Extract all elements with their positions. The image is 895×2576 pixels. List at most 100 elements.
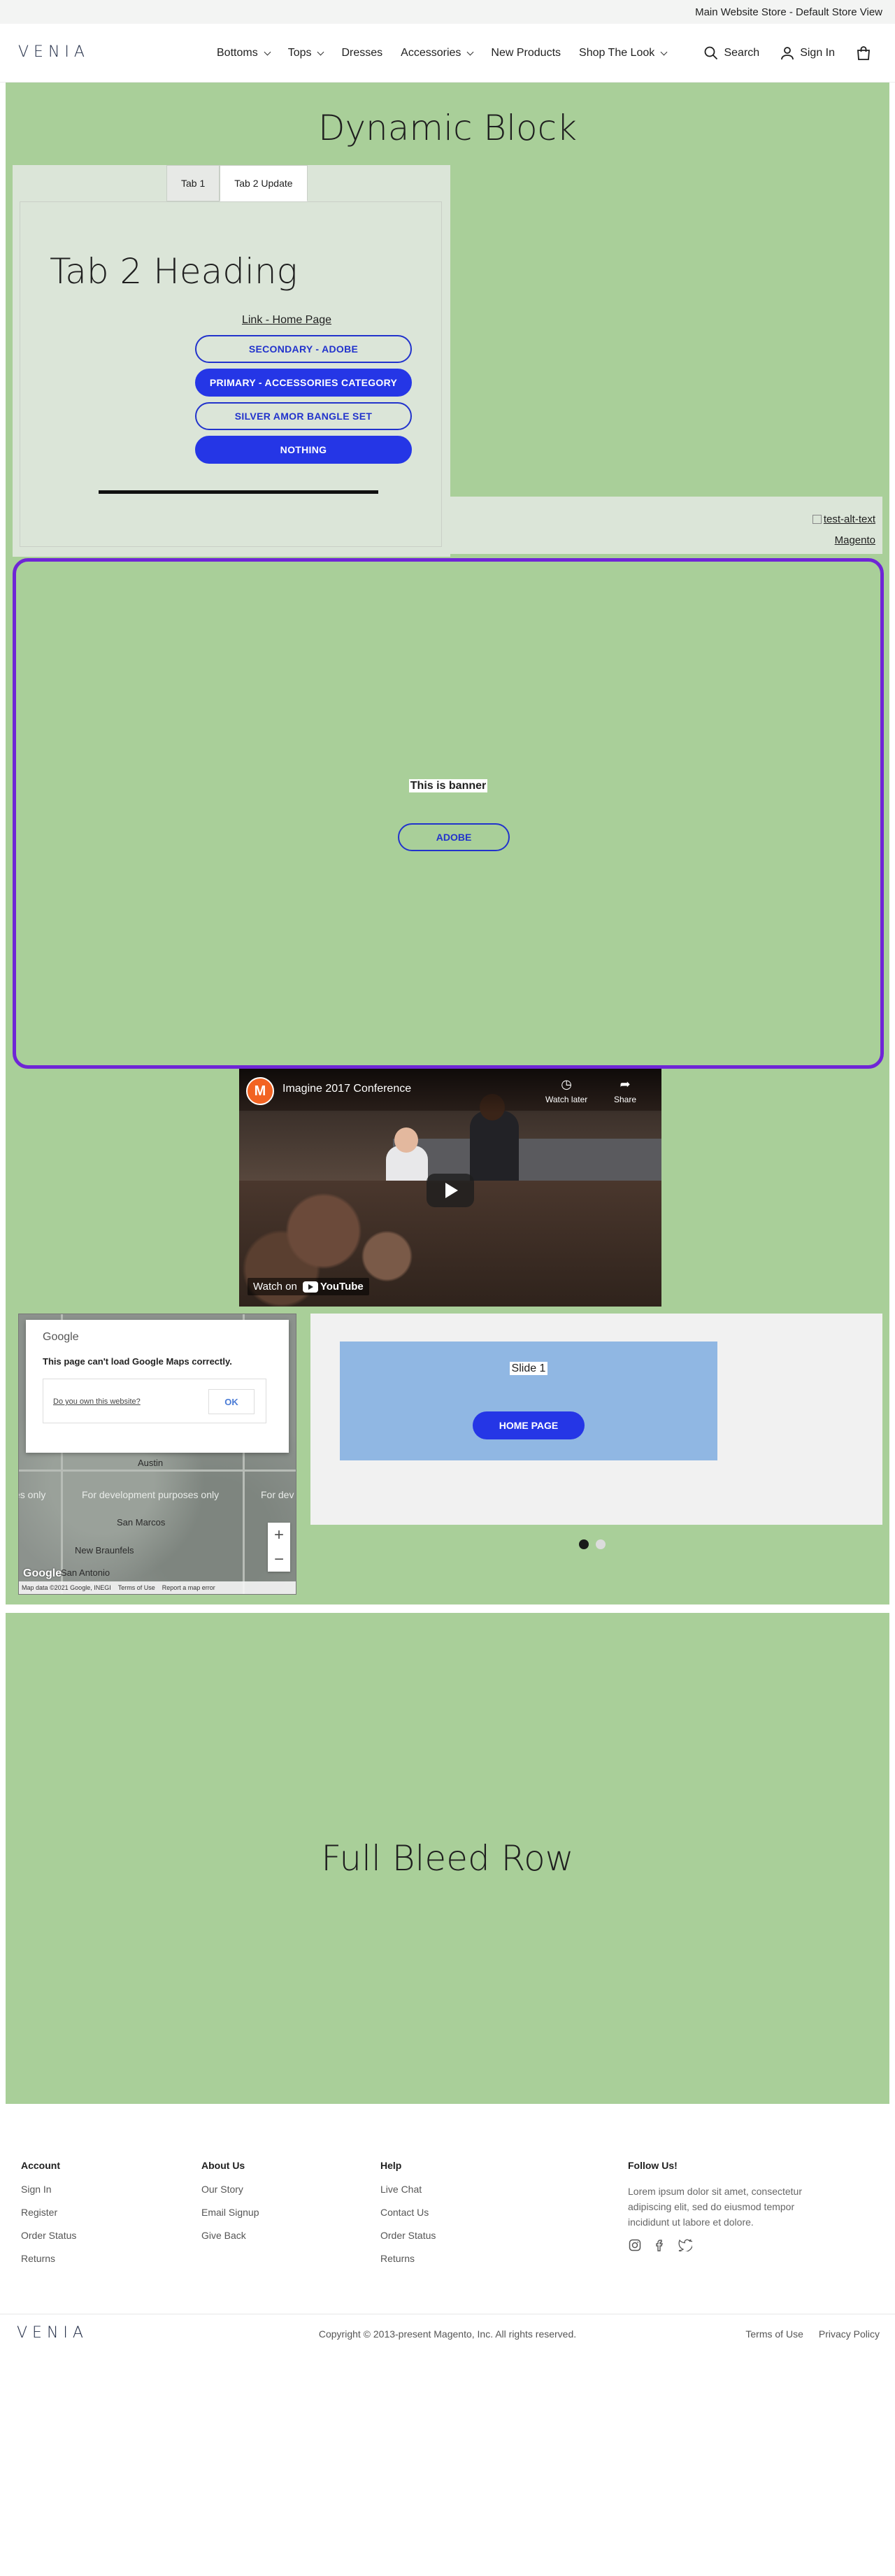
slide-title: Slide 1 (340, 1362, 717, 1375)
site-header: VENIA Bottoms Tops Dresses Accessories N… (0, 24, 895, 83)
store-switcher[interactable]: Main Website Store - Default Store View (695, 6, 882, 18)
search-button[interactable]: Search (704, 46, 759, 60)
map-error-actions: Do you own this website? OK (43, 1379, 266, 1423)
legal-links: Terms of Use Privacy Policy (745, 2328, 880, 2340)
footer-link[interactable]: Our Story (201, 2184, 259, 2195)
site-footer: Account Sign In Register Order Status Re… (0, 2104, 895, 2573)
broken-image: test-alt-text (812, 513, 875, 525)
map-dev-watermark: For development purposes only (82, 1489, 220, 1500)
map-dev-watermark: For dev (261, 1489, 294, 1500)
watch-later-button[interactable]: ◷ Watch later (545, 1077, 587, 1104)
chevron-down-icon (660, 48, 668, 55)
chevron-down-icon (317, 48, 324, 55)
share-icon: ➦ (620, 1077, 631, 1091)
nav-item-tops[interactable]: Tops (288, 47, 324, 59)
footer-link[interactable]: Contact Us (380, 2207, 436, 2218)
main-nav: Bottoms Tops Dresses Accessories New Pro… (217, 24, 685, 83)
zoom-out-button[interactable]: − (268, 1547, 290, 1572)
dynamic-block-title: Dynamic Block (317, 108, 578, 148)
footer-link[interactable]: Email Signup (201, 2207, 259, 2218)
channel-logo-icon[interactable]: M (246, 1077, 274, 1105)
tab-heading: Tab 2 Heading (50, 251, 298, 292)
footer-column-title: Account (21, 2160, 60, 2171)
chevron-down-icon (466, 48, 474, 55)
map-error-dialog: Google This page can't load Google Maps … (26, 1320, 289, 1453)
search-icon (705, 46, 718, 60)
privacy-link[interactable]: Privacy Policy (819, 2328, 880, 2340)
nav-item-new-products[interactable]: New Products (491, 47, 561, 59)
home-page-button[interactable]: HOME PAGE (473, 1411, 585, 1439)
play-button[interactable] (427, 1174, 474, 1207)
map-road (19, 1470, 296, 1472)
twitter-icon[interactable] (678, 2238, 692, 2252)
zoom-in-button[interactable]: + (268, 1523, 290, 1547)
nav-item-bottoms[interactable]: Bottoms (217, 47, 271, 59)
slider[interactable]: Slide 1 HOME PAGE (310, 1314, 882, 1525)
logo[interactable]: VENIA (18, 43, 90, 61)
footer-account-column: Account Sign In Register Order Status Re… (21, 2160, 76, 2276)
watch-on-youtube-button[interactable]: Watch on YouTube (248, 1278, 369, 1295)
video-title[interactable]: Imagine 2017 Conference (282, 1083, 411, 1095)
tab-panel: Tab 2 Heading Link - Home Page SECONDARY… (20, 201, 442, 547)
facebook-icon[interactable] (653, 2238, 667, 2252)
google-map[interactable]: Austin es only For development purposes … (18, 1314, 296, 1595)
share-button[interactable]: ➦ Share (614, 1077, 636, 1104)
footer-column-title: About Us (201, 2160, 245, 2171)
footer-link[interactable]: Returns (380, 2253, 436, 2264)
social-links (628, 2238, 803, 2252)
full-bleed-title: Full Bleed Row (321, 1838, 574, 1879)
slider-dot[interactable] (596, 1539, 606, 1549)
footer-link[interactable]: Give Back (201, 2230, 259, 2241)
follow-text: Lorem ipsum dolor sit amet, consectetur … (628, 2186, 802, 2228)
video-person-head (394, 1127, 418, 1153)
own-website-link[interactable]: Do you own this website? (53, 1397, 141, 1406)
map-error-message: This page can't load Google Maps correct… (43, 1356, 232, 1367)
tab-2-update[interactable]: Tab 2 Update (220, 165, 308, 201)
youtube-icon: YouTube (302, 1281, 364, 1293)
magento-link[interactable]: Magento (835, 534, 875, 546)
nothing-button[interactable]: NOTHING (195, 436, 412, 464)
footer-help-column: Help Live Chat Contact Us Order Status R… (380, 2160, 436, 2276)
footer-link[interactable]: Returns (21, 2253, 76, 2264)
clock-icon: ◷ (561, 1077, 572, 1091)
map-city-label: San Antonio (61, 1567, 110, 1578)
footer-link[interactable]: Register (21, 2207, 76, 2218)
silver-amor-bangle-button[interactable]: SILVER AMOR BANGLE SET (195, 402, 412, 430)
footer-link[interactable]: Live Chat (380, 2184, 436, 2195)
full-bleed-row: Full Bleed Row (6, 1613, 889, 2104)
banner-text: This is banner (408, 779, 488, 792)
nav-item-dresses[interactable]: Dresses (341, 47, 382, 59)
instagram-icon[interactable] (628, 2238, 642, 2252)
secondary-adobe-button[interactable]: SECONDARY - ADOBE (195, 335, 412, 363)
map-dev-watermark: es only (19, 1489, 46, 1500)
ok-button[interactable]: OK (208, 1389, 255, 1414)
footer-column-title: Follow Us! (628, 2160, 678, 2171)
footer-about-column: About Us Our Story Email Signup Give Bac… (201, 2160, 259, 2253)
tabs-container: Tab 1 Tab 2 Update Tab 2 Heading Link - … (13, 165, 450, 557)
slide: Slide 1 HOME PAGE (340, 1342, 717, 1460)
store-switcher-bar: Main Website Store - Default Store View (0, 0, 895, 24)
slider-dot[interactable] (579, 1539, 589, 1549)
tab-headers: Tab 1 Tab 2 Update (166, 165, 308, 201)
map-report-link[interactable]: Report a map error (162, 1584, 215, 1591)
terms-link[interactable]: Terms of Use (745, 2328, 803, 2340)
sign-in-button[interactable]: Sign In (780, 46, 835, 60)
map-city-label: San Marcos (117, 1517, 166, 1528)
adobe-button[interactable]: ADOBE (398, 823, 510, 851)
tab-1[interactable]: Tab 1 (166, 165, 220, 201)
video-embed[interactable]: M Imagine 2017 Conference ◷ Watch later ➦… (239, 1069, 661, 1307)
nav-item-accessories[interactable]: Accessories (401, 47, 474, 59)
home-page-link[interactable]: Link - Home Page (20, 314, 441, 327)
divider (99, 490, 378, 494)
primary-accessories-button[interactable]: PRIMARY - ACCESSORIES CATEGORY (195, 369, 412, 397)
footer-link[interactable]: Sign In (21, 2184, 76, 2195)
shopping-bag-icon (857, 46, 870, 60)
image-row: test-alt-text Magento (446, 497, 882, 554)
header-actions: Search Sign In (683, 24, 877, 83)
cart-button[interactable] (856, 45, 877, 61)
footer-link[interactable]: Order Status (380, 2230, 436, 2241)
google-logo[interactable]: Google (23, 1567, 62, 1580)
nav-item-shop-the-look[interactable]: Shop The Look (579, 47, 668, 59)
map-terms-link[interactable]: Terms of Use (118, 1584, 155, 1591)
footer-link[interactable]: Order Status (21, 2230, 76, 2241)
